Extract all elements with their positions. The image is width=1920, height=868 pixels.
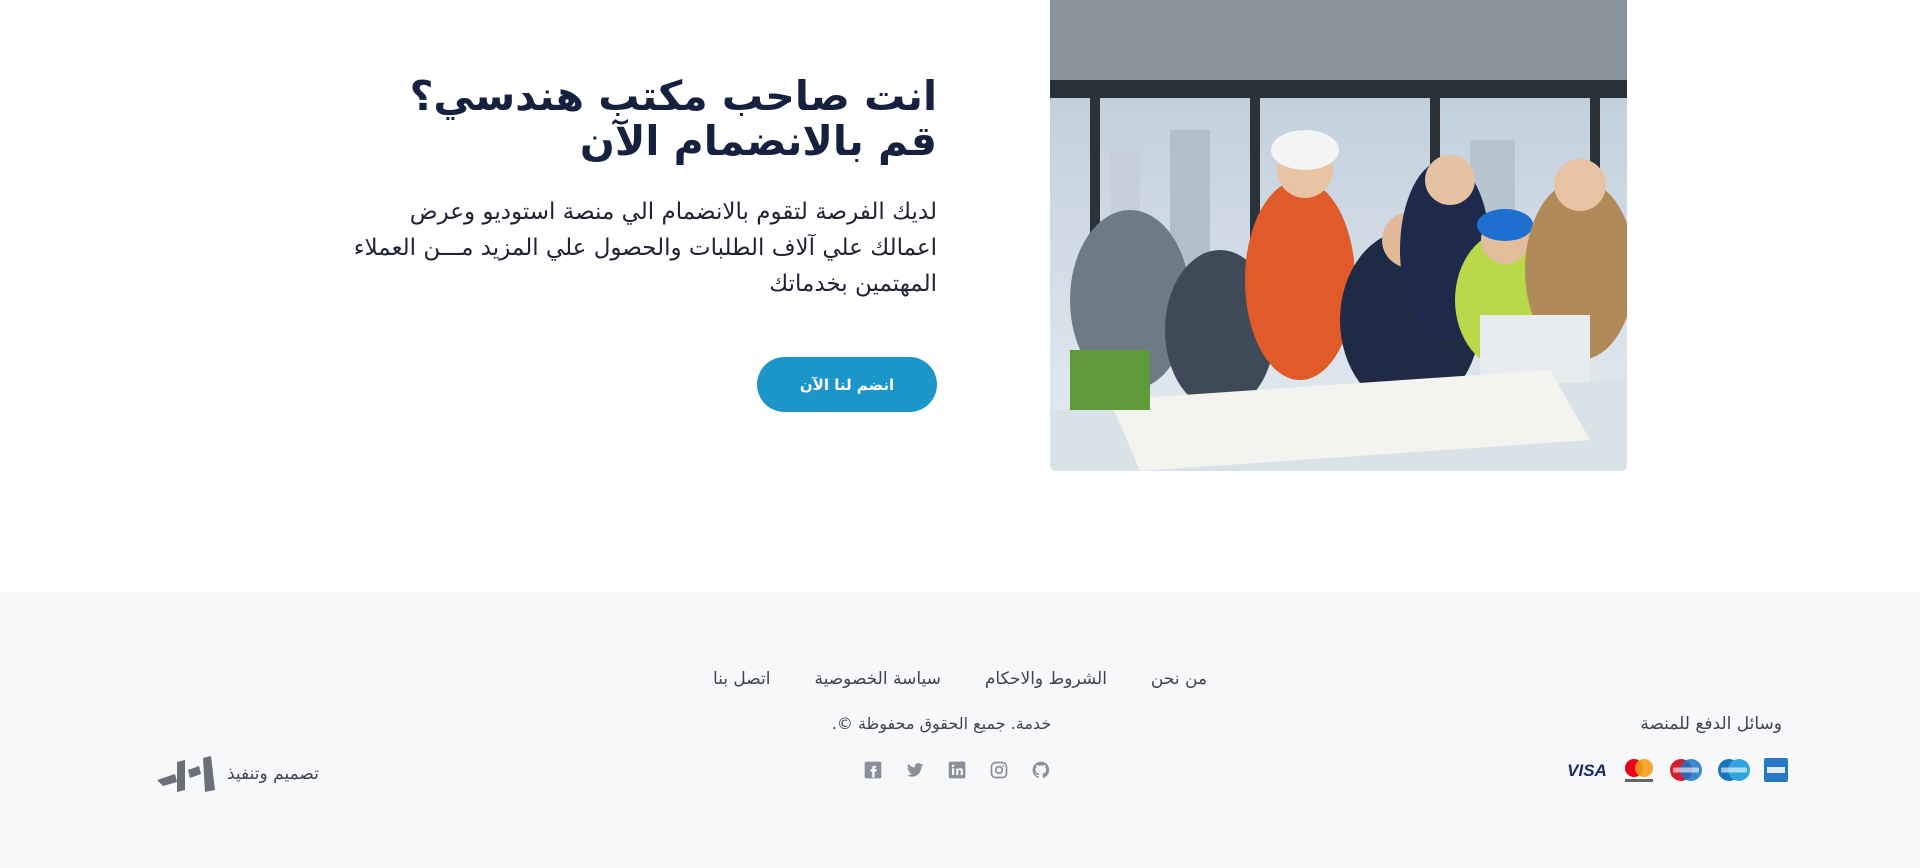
footer-link-contact[interactable]: اتصل بنا xyxy=(713,669,771,689)
engineering-team-photo xyxy=(1050,0,1627,471)
copyright-text: خدمة. جميع الحقوق محفوظة ©. xyxy=(831,714,1052,733)
footer: من نحن الشروط والاحكام سياسة الخصوصية ات… xyxy=(0,592,1920,868)
svg-text:VISA: VISA xyxy=(1567,761,1607,780)
visa-card-icon: VISA xyxy=(1563,756,1611,784)
erwad-logo-icon xyxy=(157,756,215,792)
twitter-icon[interactable] xyxy=(904,759,926,781)
cirrus-card-icon xyxy=(1715,756,1753,784)
github-icon[interactable] xyxy=(1030,759,1052,781)
linkedin-icon[interactable] xyxy=(946,759,968,781)
hero-text-block: انت صاحب مكتب هندسي؟ قم بالانضمام الآن ل… xyxy=(337,74,937,302)
amex-card-icon xyxy=(1763,756,1789,784)
footer-nav: من نحن الشروط والاحكام سياسة الخصوصية ات… xyxy=(0,669,1920,689)
social-links xyxy=(862,759,1052,781)
instagram-icon[interactable] xyxy=(988,759,1010,781)
hero-section: انت صاحب مكتب هندسي؟ قم بالانضمام الآن ل… xyxy=(0,0,1920,592)
maestro-card-icon xyxy=(1667,756,1705,784)
payment-methods: VISA xyxy=(1563,756,1789,784)
payment-methods-title: وسائل الدفع للمنصة xyxy=(1640,714,1782,734)
credit-text: تصميم وتنفيذ xyxy=(227,764,319,784)
hero-title: انت صاحب مكتب هندسي؟ قم بالانضمام الآن xyxy=(337,74,937,164)
hero-description: لديك الفرصة لتقوم بالانضمام الي منصة است… xyxy=(353,199,937,297)
footer-link-terms[interactable]: الشروط والاحكام xyxy=(985,669,1107,689)
mastercard-icon xyxy=(1621,756,1657,784)
join-now-button[interactable]: انضم لنا الآن xyxy=(757,357,937,412)
facebook-icon[interactable] xyxy=(862,759,884,781)
hero-title-line-1: انت صاحب مكتب هندسي؟ xyxy=(409,72,937,120)
hero-title-line-2: قم بالانضمام الآن xyxy=(579,117,937,165)
footer-link-privacy[interactable]: سياسة الخصوصية xyxy=(815,669,941,689)
footer-link-about[interactable]: من نحن xyxy=(1151,669,1207,689)
design-credit[interactable]: تصميم وتنفيذ xyxy=(155,752,319,796)
